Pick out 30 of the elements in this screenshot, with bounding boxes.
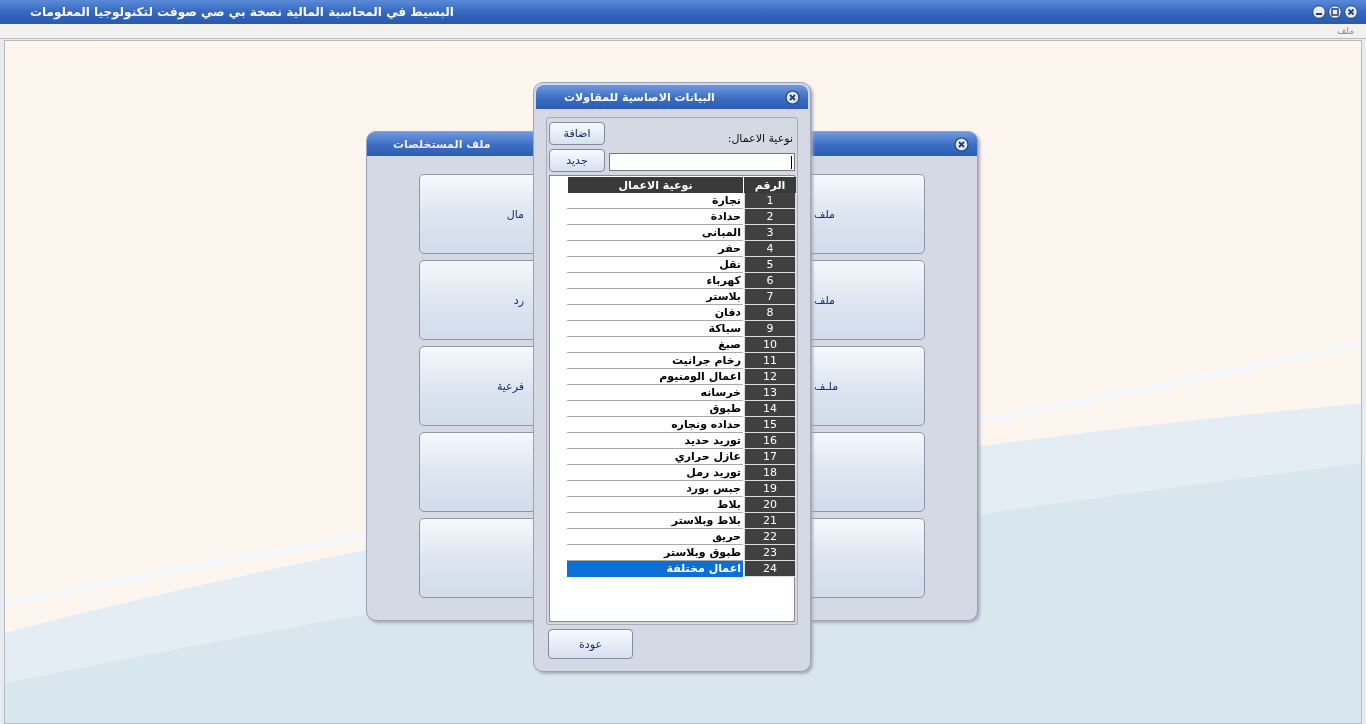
row-number: 4 (744, 241, 796, 257)
window-title: البيانات الاصاسية للمقاولات (564, 90, 715, 104)
window-title: البسيط في المحاسبة المالية نصخة بي صي صوفت لتكنولوجيا المعلومات (30, 5, 454, 19)
row-number: 10 (744, 337, 796, 353)
row-number: 19 (744, 481, 796, 497)
row-number: 8 (744, 305, 796, 321)
row-number: 21 (744, 513, 796, 529)
row-number: 15 (744, 417, 796, 433)
row-number: 22 (744, 529, 796, 545)
row-number: 5 (744, 257, 796, 273)
row-number: 9 (744, 321, 796, 337)
row-number: 12 (744, 369, 796, 385)
window-title: ملف المستخلصات (393, 137, 491, 151)
row-number: 18 (744, 465, 796, 481)
row-number: 3 (744, 225, 796, 241)
field-label: نوعية الاعمال: (726, 132, 794, 145)
column-header: الرقم (744, 177, 796, 193)
column-header: نوعية الاعمال (568, 177, 743, 193)
row-number: 14 (744, 401, 796, 417)
row-number: 7 (744, 289, 796, 305)
row-number: 13 (744, 385, 796, 401)
row-number: 24 (744, 561, 796, 577)
row-number: 11 (744, 353, 796, 369)
row-number: 6 (744, 273, 796, 289)
row-number: 2 (744, 209, 796, 225)
row-number: 1 (744, 193, 796, 209)
row-number: 17 (744, 449, 796, 465)
row-number: 20 (744, 497, 796, 513)
row-number: 23 (744, 545, 796, 561)
row-number: 16 (744, 433, 796, 449)
